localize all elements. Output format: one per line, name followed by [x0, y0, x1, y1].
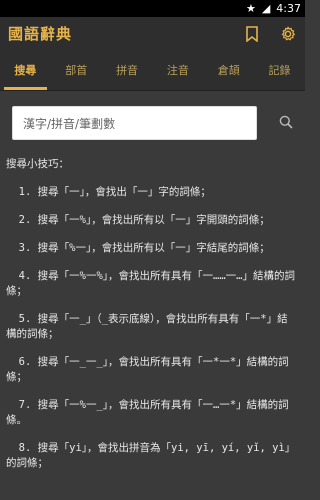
star-icon: ★ [245, 2, 256, 15]
app-bar: 國語辭典 [0, 17, 305, 50]
search-icon[interactable] [279, 114, 293, 133]
search-tips: 搜尋小技巧： 1. 搜尋「一」，會找出「一」字的詞條； 2. 搜尋「一%」，會找… [0, 157, 305, 471]
tip-item: 2. 搜尋「一%」，會找出所有以「一」字開頭的詞條； [6, 214, 270, 226]
settings-gear-icon[interactable] [279, 25, 297, 43]
tab-pinyin[interactable]: 拼音 [102, 50, 153, 90]
tab-radical[interactable]: 部首 [51, 50, 102, 90]
tip-item: 1. 搜尋「一」，會找出「一」字的詞條； [6, 186, 211, 198]
tab-bar: 搜尋 部首 拼音 注音 倉頡 記錄 [0, 50, 305, 91]
tip-item: 5. 搜尋「一_」（_表示底線），會找出所有具有「一*」結構的詞條； [6, 313, 288, 340]
app-title: 國語辭典 [8, 25, 73, 43]
tab-zhuyin[interactable]: 注音 [152, 50, 203, 90]
tab-history[interactable]: 記錄 [254, 50, 305, 90]
tab-search[interactable]: 搜尋 [0, 50, 51, 90]
tip-item: 6. 搜尋「一_一_」，會找出所有具有「一*一*」結構的詞條； [6, 356, 289, 383]
search-input[interactable]: 漢字/拼音/筆劃數 [12, 106, 257, 140]
status-time: 4:37 [276, 2, 301, 15]
tips-title: 搜尋小技巧： [6, 158, 69, 170]
search-row: 漢字/拼音/筆劃數 [0, 105, 305, 141]
tip-item: 8. 搜尋「yi」，會找出拼音為「yi, yī, yí, yǐ, yì」的詞條； [6, 442, 296, 469]
tip-item: 4. 搜尋「一%一%」，會找出所有具有「一……一…」結構的詞條； [6, 270, 295, 297]
status-bar: ★ ◢ 4:37 [0, 0, 305, 17]
tip-item: 7. 搜尋「一%一_」，會找出所有具有「一…一*」結構的詞條。 [6, 399, 289, 426]
signal-icon: ◢ [261, 2, 271, 15]
bookmark-icon[interactable] [243, 25, 261, 43]
tip-item: 3. 搜尋「%一」，會找出所有以「一」字結尾的詞條； [6, 242, 270, 254]
tab-cangjie[interactable]: 倉頡 [203, 50, 254, 90]
